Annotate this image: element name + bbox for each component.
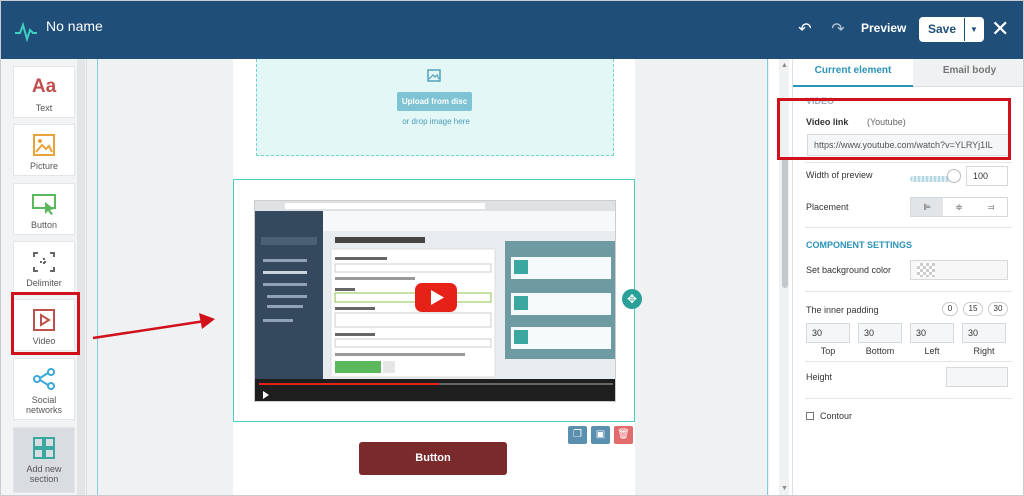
tab-email-body[interactable]: Email body xyxy=(913,59,1023,87)
padding-bottom-caption: Bottom xyxy=(865,346,895,356)
padding-left-input[interactable]: 30 xyxy=(910,323,954,343)
canvas-guide-left xyxy=(97,59,98,495)
redo-icon[interactable]: ↷ xyxy=(826,18,850,42)
tool-social-label-line2: networks xyxy=(25,405,62,415)
padding-right-caption: Right xyxy=(973,346,995,356)
padding-top-caption: Top xyxy=(820,346,836,356)
image-drop-zone[interactable]: Upload from disc or drop image here xyxy=(256,59,614,156)
canvas-guide-right xyxy=(767,59,768,495)
align-left-icon[interactable]: ⊫ xyxy=(911,198,943,216)
annotation-arrow-icon xyxy=(92,313,215,340)
video-thumbnail-image xyxy=(255,201,615,401)
grid-icon xyxy=(33,437,55,459)
image-icon xyxy=(427,69,441,82)
padding-top-input[interactable]: 30 xyxy=(806,323,850,343)
panel-tabs: Current element Email body xyxy=(793,59,1023,87)
app-window: No name ↶ ↷ Preview Save ▼ ✕ Aa Text Pic… xyxy=(0,0,1024,496)
separator xyxy=(805,361,1012,362)
save-button-group: Save ▼ xyxy=(919,17,984,42)
separator xyxy=(805,291,1012,292)
padding-preset-30[interactable]: 30 xyxy=(988,302,1008,316)
elements-sidebar: Aa Text Picture Button Delimiter Video S… xyxy=(1,59,87,495)
width-label: Width of preview xyxy=(806,170,873,180)
share-icon xyxy=(33,368,55,390)
scroll-up-icon[interactable]: ▲ xyxy=(781,62,788,69)
undo-icon[interactable]: ↶ xyxy=(793,18,817,42)
email-canvas: Upload from disc or drop image here ✥ ❐ … xyxy=(87,59,769,495)
component-settings-heading: COMPONENT SETTINGS xyxy=(806,240,913,250)
upload-from-disc-button[interactable]: Upload from disc xyxy=(397,92,472,111)
tool-add-section[interactable]: Add new section xyxy=(13,427,75,493)
email-body: Upload from disc or drop image here ✥ ❐ … xyxy=(233,59,642,495)
trash-icon[interactable]: 🗑 xyxy=(614,426,633,444)
tool-delimiter-label: Delimiter xyxy=(26,278,62,288)
save-block-icon[interactable]: ▣ xyxy=(591,426,610,444)
padding-left-caption: Left xyxy=(924,346,940,356)
align-center-icon[interactable]: ≑ xyxy=(943,198,975,216)
tool-button-label: Button xyxy=(30,220,58,230)
background-color-label: Set background color xyxy=(806,265,892,275)
contour-label: Contour xyxy=(820,411,853,421)
close-icon[interactable]: ✕ xyxy=(991,15,1009,43)
separator xyxy=(805,398,1012,399)
highlight-video-tool xyxy=(11,292,80,355)
drop-image-hint: or drop image here xyxy=(402,117,470,126)
tool-delimiter[interactable]: Delimiter xyxy=(13,241,75,293)
document-title[interactable]: No name xyxy=(46,18,103,34)
tool-add-label-line1: Add new xyxy=(26,464,62,474)
align-right-icon[interactable]: ⫤ xyxy=(975,198,1007,216)
placement-label: Placement xyxy=(806,202,849,212)
video-block[interactable] xyxy=(233,179,635,422)
separator xyxy=(805,162,1012,163)
video-preview[interactable] xyxy=(254,200,616,402)
pulse-logo-icon xyxy=(15,21,37,43)
tool-picture[interactable]: Picture xyxy=(13,124,75,176)
top-bar: No name ↶ ↷ Preview Save ▼ ✕ xyxy=(1,1,1023,59)
canvas-scrollbar-thumb[interactable] xyxy=(782,158,788,288)
scroll-down-icon[interactable]: ▼ xyxy=(781,485,788,492)
tool-text[interactable]: Aa Text xyxy=(13,66,75,118)
text-icon: Aa xyxy=(31,76,57,97)
save-button[interactable]: Save xyxy=(920,18,964,41)
transparent-swatch-icon xyxy=(917,263,935,277)
preview-button[interactable]: Preview xyxy=(861,21,906,35)
tool-social-label-line1: Social xyxy=(31,395,57,405)
height-label: Height xyxy=(806,372,833,382)
inner-padding-label: The inner padding xyxy=(806,305,879,315)
tool-button[interactable]: Button xyxy=(13,183,75,235)
width-slider-handle[interactable] xyxy=(947,169,961,183)
picture-icon xyxy=(33,134,55,156)
duplicate-icon[interactable]: ❐ xyxy=(568,426,587,444)
tool-text-label: Text xyxy=(35,103,53,113)
padding-bottom-input[interactable]: 30 xyxy=(858,323,902,343)
move-handle-icon[interactable]: ✥ xyxy=(622,289,642,309)
sidebar-scrollbar[interactable] xyxy=(77,59,85,495)
placement-toggle: ⊫ ≑ ⫤ xyxy=(910,197,1008,217)
width-input[interactable]: 100 xyxy=(966,166,1008,186)
email-cta-button[interactable]: Button xyxy=(359,442,507,475)
padding-preset-15[interactable]: 15 xyxy=(963,302,983,316)
padding-preset-0[interactable]: 0 xyxy=(942,302,958,316)
contour-checkbox[interactable] xyxy=(806,412,814,420)
padding-right-input[interactable]: 30 xyxy=(962,323,1006,343)
chevron-down-icon[interactable]: ▼ xyxy=(964,18,983,41)
tool-add-label-line2: section xyxy=(29,474,59,484)
height-input[interactable] xyxy=(946,367,1008,387)
tool-picture-label: Picture xyxy=(29,161,58,171)
delimiter-icon xyxy=(33,252,55,272)
button-icon xyxy=(32,194,56,215)
highlight-video-link xyxy=(777,98,1011,160)
tool-social-networks[interactable]: Social networks xyxy=(13,358,75,420)
tab-current-element[interactable]: Current element xyxy=(793,59,913,87)
background-color-picker[interactable] xyxy=(910,260,1008,280)
separator xyxy=(805,227,1012,228)
